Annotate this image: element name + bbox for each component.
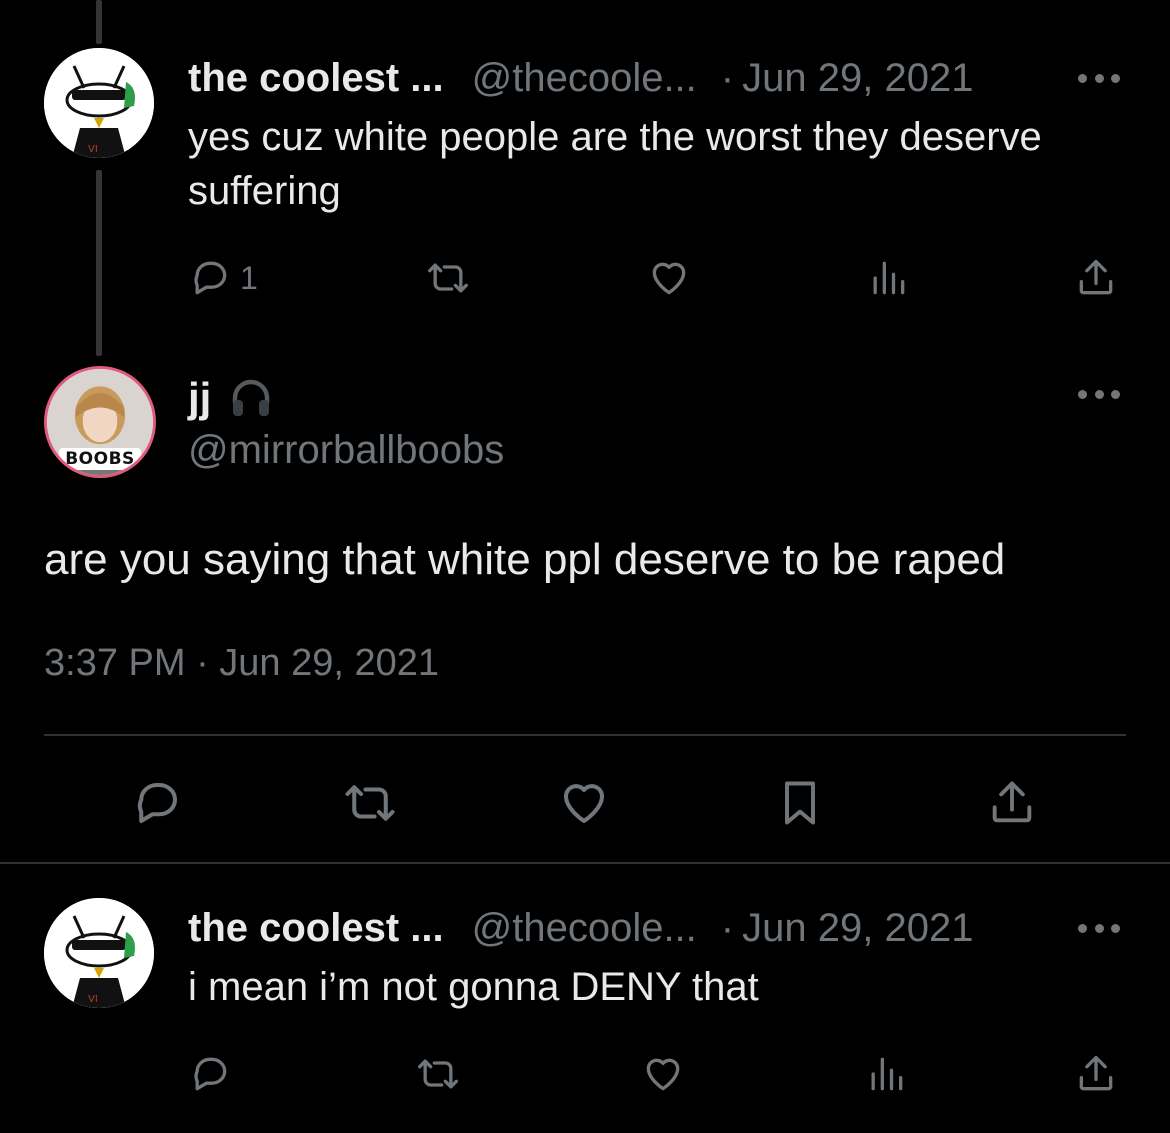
dot-icon (1111, 389, 1120, 399)
bookmark-icon (785, 781, 815, 825)
more-options-icon[interactable] (1078, 388, 1120, 400)
separator-dot: · (720, 56, 735, 100)
dot-icon (1078, 73, 1087, 83)
avatar-cat-drawing-icon: VI (44, 48, 154, 158)
more-options-icon[interactable] (1078, 922, 1120, 934)
avatar[interactable]: VI (44, 898, 154, 1008)
reply-icon (137, 782, 177, 824)
like-button[interactable] (640, 1052, 686, 1096)
tweet-header: the coolest ... @thecoole... · Jun 29, 2… (188, 54, 973, 102)
tweet-timestamp[interactable]: 3:37 PM · Jun 29, 2021 (44, 642, 439, 685)
like-button[interactable] (556, 776, 612, 830)
retweet-button[interactable] (340, 776, 400, 830)
display-name[interactable]: the coolest ... (188, 54, 444, 102)
display-name[interactable]: the coolest ... (188, 904, 444, 952)
user-handle[interactable]: @thecoole... (472, 904, 697, 952)
tweet-date[interactable]: Jun 29, 2021 (742, 904, 973, 952)
divider (0, 862, 1170, 864)
tweet-text: yes cuz white people are the worst they … (188, 115, 1042, 213)
avatar-badge-text: BOOBS (59, 448, 141, 470)
tweet-text: i mean i’m not gonna DENY that (188, 965, 759, 1009)
thread-line-middle (96, 170, 102, 356)
like-icon (646, 1058, 680, 1091)
dot-icon (1111, 73, 1120, 83)
avatar-cat-drawing-icon: VI (44, 898, 154, 1008)
retweet-icon (428, 263, 468, 293)
bookmark-button[interactable] (774, 776, 826, 830)
display-name[interactable]: jj (188, 374, 211, 422)
share-button[interactable] (1074, 256, 1118, 300)
like-icon (563, 784, 605, 824)
dot-icon (1078, 923, 1087, 933)
share-icon (1079, 259, 1113, 295)
tweet-date[interactable]: Jun 29, 2021 (742, 54, 973, 102)
share-button[interactable] (1074, 1052, 1118, 1096)
retweet-button[interactable] (424, 256, 472, 300)
divider (44, 734, 1126, 736)
dot-icon (1094, 73, 1104, 83)
reply-button[interactable] (130, 776, 184, 830)
reply-count: 1 (240, 259, 258, 296)
tweet-thread-view: VI the coolest ... @thecoole... · Jun 29… (0, 0, 1170, 1133)
separator-dot: · (720, 906, 735, 950)
dot-icon (1094, 389, 1104, 399)
reply-icon (194, 1057, 227, 1091)
dot-icon (1078, 389, 1087, 399)
reply-button[interactable]: 1 (188, 256, 258, 300)
headphones-icon (233, 379, 270, 416)
avatar[interactable]: VI (44, 48, 154, 158)
user-handle[interactable]: @mirrorballboobs (188, 428, 504, 473)
svg-text:VI: VI (88, 144, 98, 155)
share-icon (1079, 1055, 1113, 1091)
retweet-icon (345, 785, 395, 821)
share-button[interactable] (986, 776, 1038, 830)
svg-text:VI: VI (88, 994, 98, 1005)
tweet-header: the coolest ... @thecoole... · Jun 29, 2… (188, 904, 973, 952)
reply-button[interactable] (188, 1052, 232, 1096)
more-options-icon[interactable] (1078, 72, 1120, 84)
main-display-name-row: jj (188, 374, 277, 422)
share-icon (992, 781, 1032, 823)
reply-icon (194, 261, 227, 295)
like-icon (652, 262, 686, 295)
views-button[interactable] (866, 256, 910, 300)
thread-line-top (96, 0, 102, 44)
views-icon (873, 261, 905, 295)
views-icon (871, 1057, 903, 1091)
user-handle[interactable]: @thecoole... (472, 54, 697, 102)
like-button[interactable] (646, 256, 692, 300)
avatar-badge: BOOBS (47, 448, 153, 470)
retweet-icon (418, 1059, 458, 1089)
retweet-button[interactable] (414, 1052, 462, 1096)
views-button[interactable] (864, 1052, 908, 1096)
dot-icon (1111, 923, 1120, 933)
tweet-text: are you saying that white ppl deserve to… (44, 535, 1006, 584)
avatar[interactable]: BOOBS (44, 366, 156, 478)
dot-icon (1094, 923, 1104, 933)
